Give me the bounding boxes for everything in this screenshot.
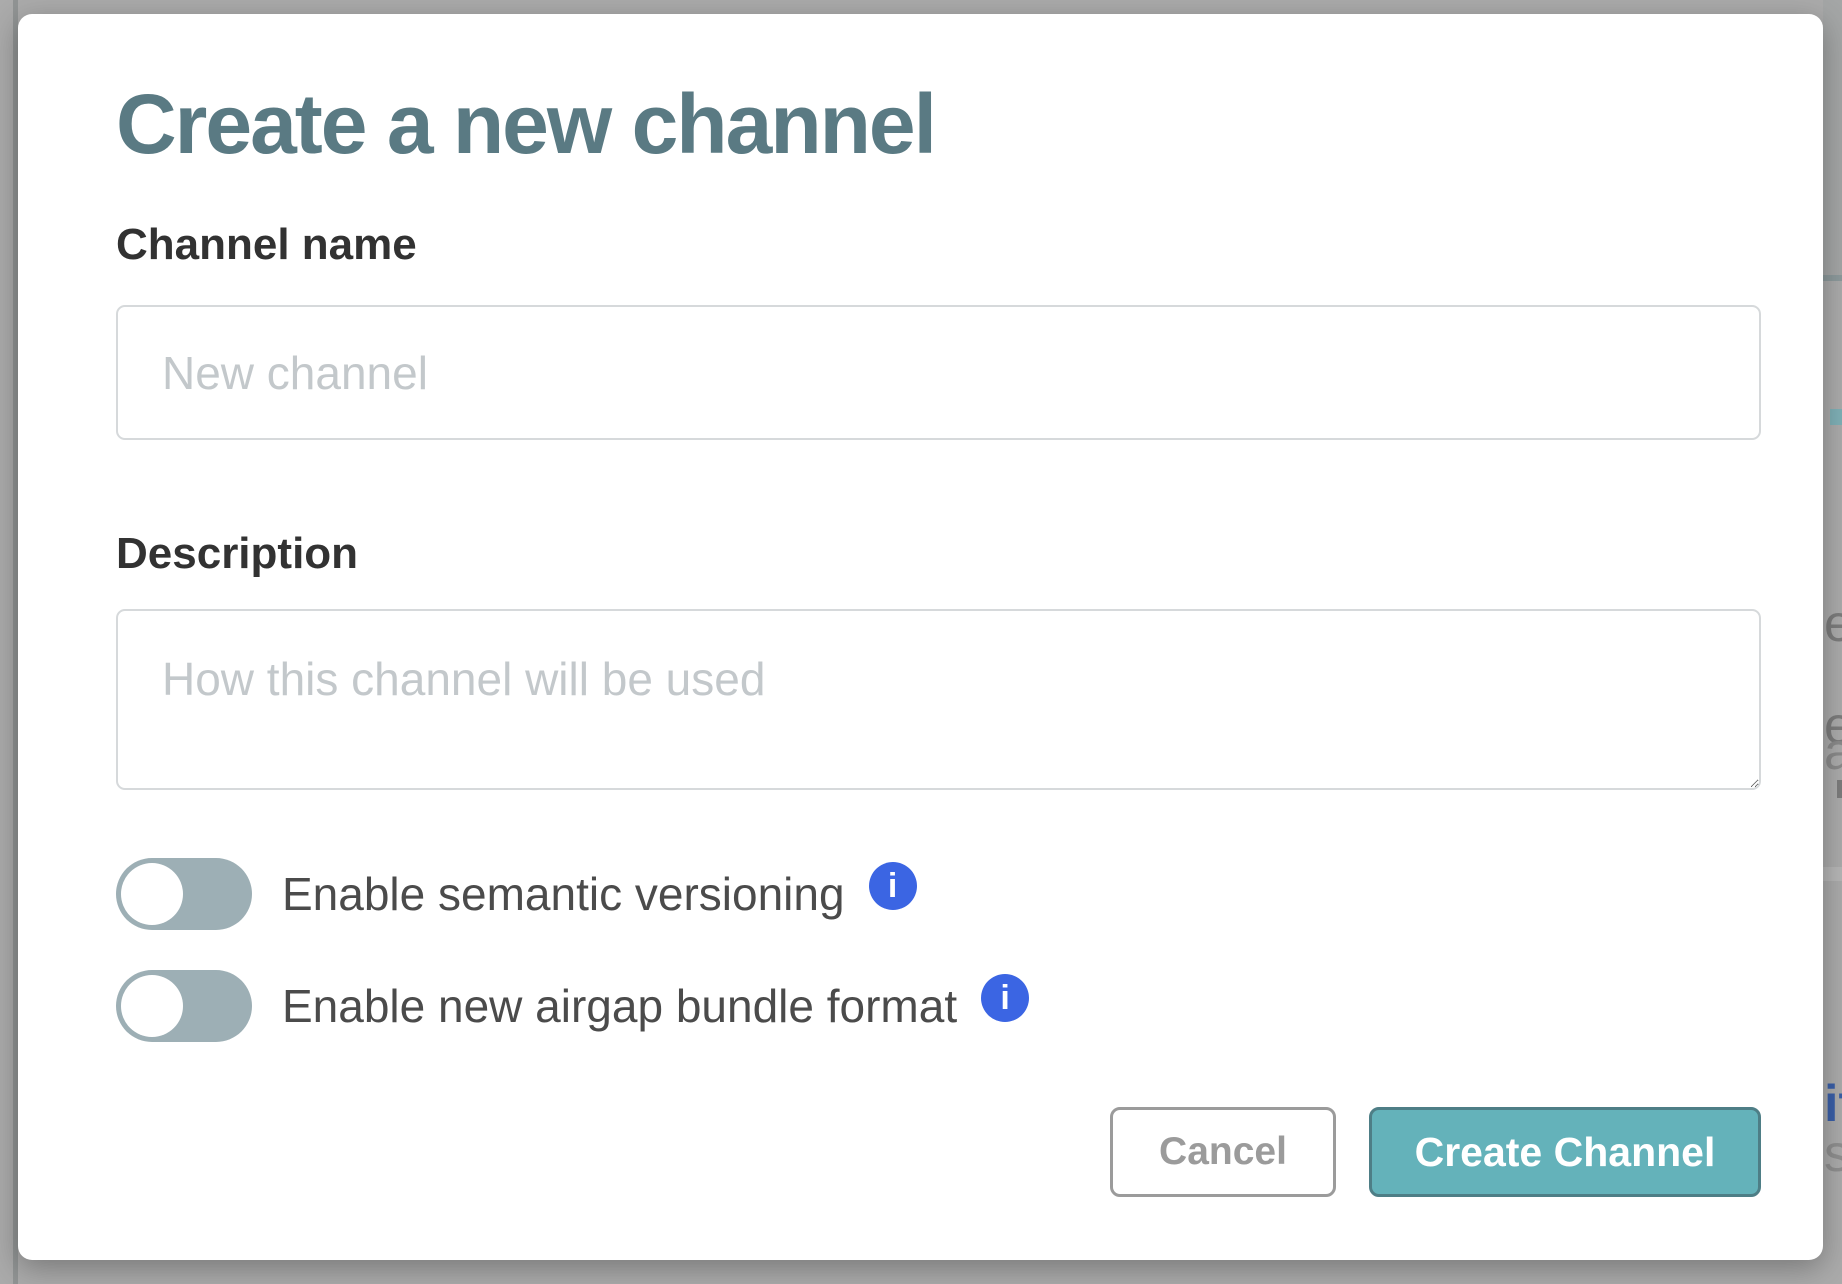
background-text-fragment [1837,780,1842,798]
description-textarea[interactable] [116,609,1761,790]
airgap-bundle-row: Enable new airgap bundle format i [116,970,1742,1042]
info-icon[interactable]: i [869,862,917,910]
background-light-band [1823,867,1842,881]
airgap-bundle-label: Enable new airgap bundle format [282,983,957,1029]
toggle-knob [121,863,183,925]
cancel-button[interactable]: Cancel [1110,1107,1336,1197]
background-text-fragment: a [1824,726,1842,778]
background-link-fragment: it [1824,1078,1842,1130]
background-text-fragment: e [1824,598,1842,650]
airgap-bundle-toggle[interactable] [116,970,252,1042]
dialog-title: Create a new channel [116,76,1742,173]
semantic-versioning-toggle[interactable] [116,858,252,930]
semantic-versioning-label: Enable semantic versioning [282,871,845,917]
background-teal-element [1830,409,1842,425]
create-channel-dialog: Create a new channel Channel name Descri… [18,14,1823,1260]
background-header-band [1823,0,1842,275]
channel-name-input[interactable] [116,305,1761,440]
background-divider-line [1823,275,1842,281]
description-label: Description [116,528,1742,581]
channel-name-label: Channel name [116,219,1742,272]
toggle-knob [121,975,183,1037]
semantic-versioning-row: Enable semantic versioning i [116,858,1742,930]
create-channel-button[interactable]: Create Channel [1369,1107,1761,1197]
info-icon[interactable]: i [981,974,1029,1022]
dialog-actions: Cancel Create Channel [116,1107,1761,1197]
background-clipped-content: e e a it s [1823,0,1842,1284]
background-text-fragment: s [1824,1128,1842,1180]
